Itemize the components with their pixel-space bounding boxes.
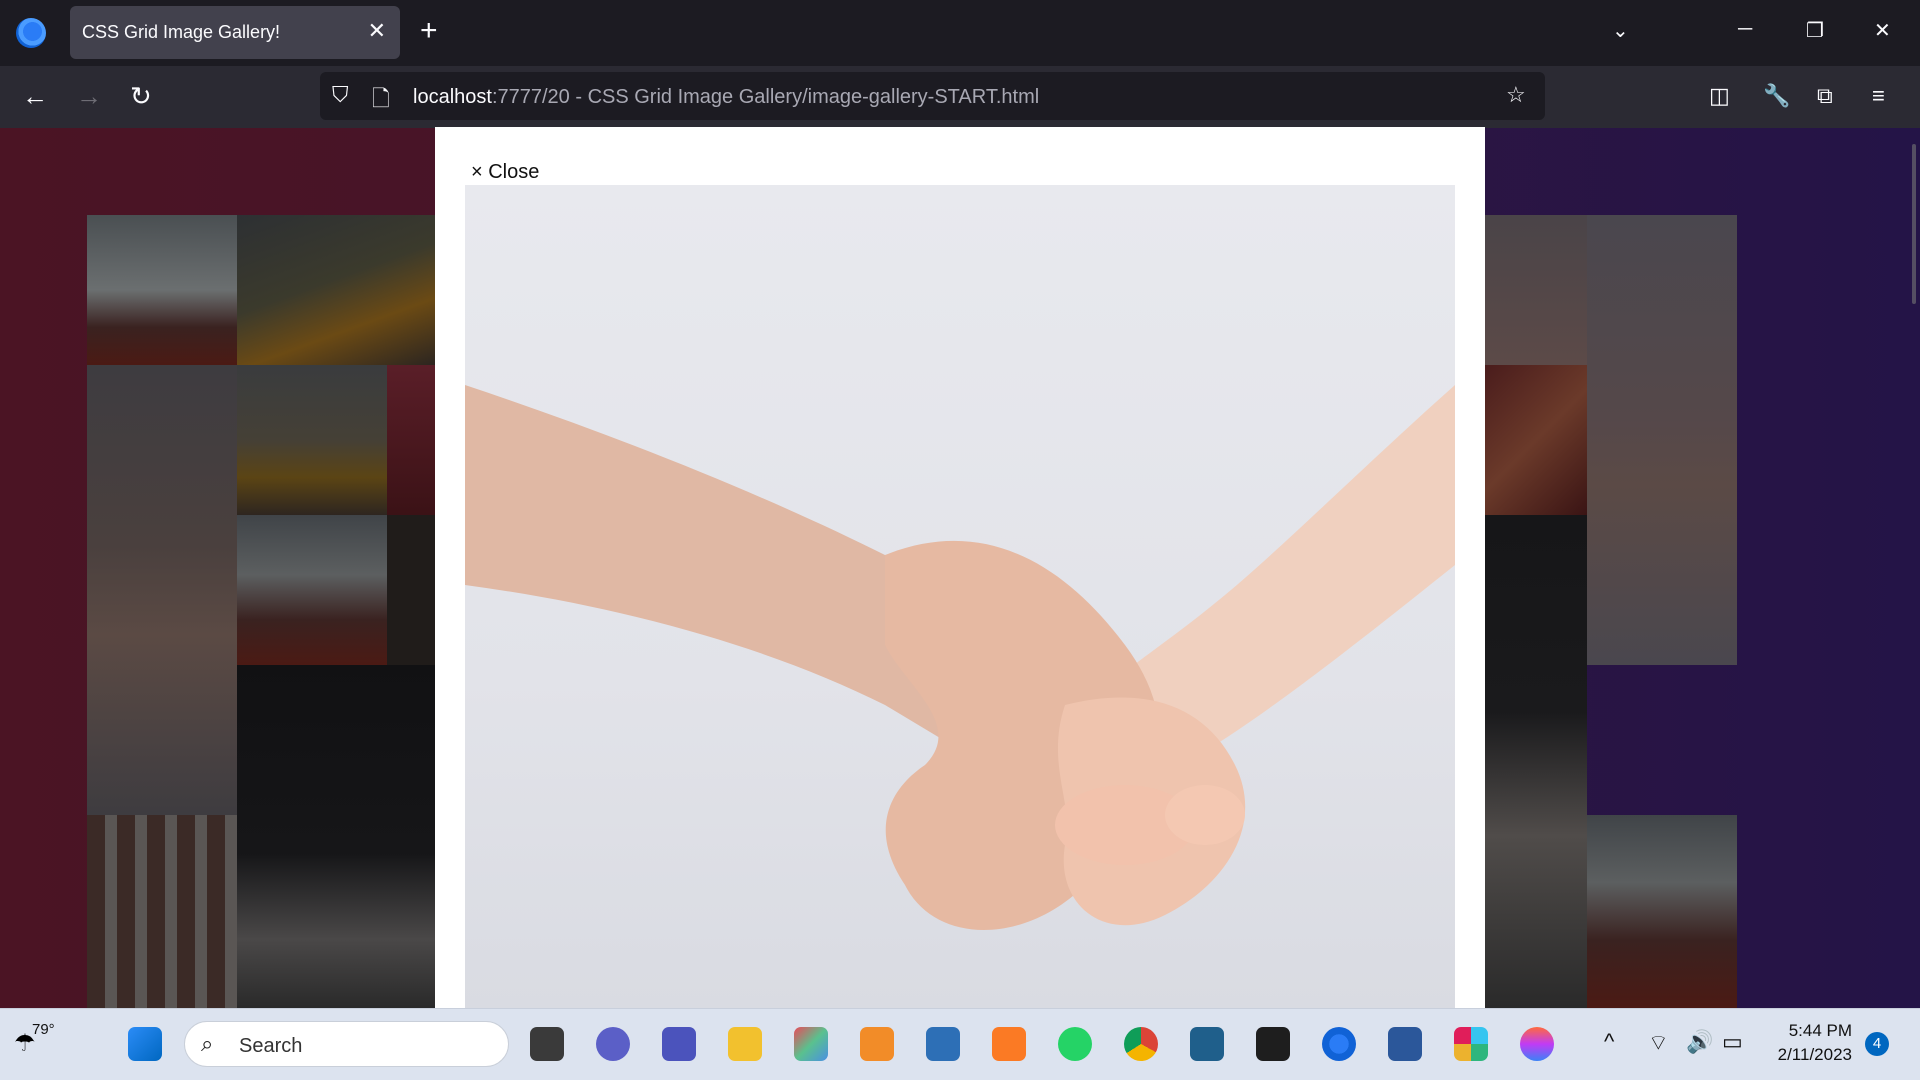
gallery-item[interactable] bbox=[237, 365, 387, 515]
file-explorer-icon[interactable] bbox=[728, 1027, 762, 1061]
image-lightbox-modal: × Close bbox=[435, 127, 1485, 1008]
gallery-item[interactable] bbox=[1587, 215, 1737, 665]
navigation-toolbar: ← → ↻ ⛉ 🗋 localhost:7777/20 - CSS Grid I… bbox=[0, 66, 1920, 128]
enlarged-photo-holding-hands bbox=[465, 185, 1455, 1008]
taskbar-search-box[interactable]: ⌕ Search bbox=[184, 1021, 509, 1067]
sublime-text-icon[interactable] bbox=[860, 1027, 894, 1061]
gallery-item[interactable] bbox=[87, 215, 237, 365]
clock-time[interactable]: 5:44 PM bbox=[1760, 1021, 1852, 1041]
tab-close-icon[interactable]: ✕ bbox=[368, 19, 386, 43]
windows-start-icon[interactable] bbox=[128, 1027, 162, 1061]
gallery-item[interactable] bbox=[87, 815, 237, 1008]
app-drop-icon[interactable] bbox=[1520, 1027, 1554, 1061]
gallery-item[interactable] bbox=[1485, 515, 1587, 1008]
close-window-icon[interactable]: ✕ bbox=[1874, 18, 1891, 43]
forward-icon[interactable]: → bbox=[76, 82, 102, 110]
browser-tab-bar: CSS Grid Image Gallery! ✕ + ⌄ ─ ❐ ✕ bbox=[0, 0, 1920, 66]
close-button[interactable]: × Close bbox=[471, 161, 539, 184]
restore-icon[interactable]: ❐ bbox=[1806, 18, 1824, 43]
gallery-item[interactable] bbox=[237, 515, 387, 665]
wrench-icon[interactable]: 🔧 bbox=[1763, 82, 1790, 110]
chrome-icon[interactable] bbox=[1124, 1027, 1158, 1061]
new-tab-button[interactable]: + bbox=[420, 16, 438, 46]
search-icon: ⌕ bbox=[201, 1031, 214, 1056]
gallery-item[interactable] bbox=[1485, 215, 1587, 365]
clock-date[interactable]: 2/11/2023 bbox=[1760, 1045, 1852, 1065]
page-scrollbar[interactable] bbox=[1912, 144, 1916, 304]
menu-icon[interactable]: ≡ bbox=[1872, 82, 1885, 110]
app-icon[interactable] bbox=[794, 1027, 828, 1061]
firefox-logo-icon[interactable] bbox=[16, 18, 46, 48]
chat-icon[interactable] bbox=[596, 1027, 630, 1061]
gallery-item[interactable] bbox=[1587, 815, 1737, 1008]
mysql-workbench-icon[interactable] bbox=[1190, 1027, 1224, 1061]
search-placeholder: Search bbox=[239, 1035, 303, 1057]
notification-badge[interactable]: 4 bbox=[1865, 1032, 1889, 1056]
reload-icon[interactable]: ↻ bbox=[130, 82, 152, 110]
wifi-icon[interactable]: ⌔ bbox=[1648, 1029, 1669, 1057]
whatsapp-icon[interactable] bbox=[1058, 1027, 1092, 1061]
weather-temp[interactable]: 79° bbox=[32, 1021, 55, 1038]
page-info-icon[interactable]: 🗋 bbox=[372, 82, 390, 120]
bookmark-star-icon[interactable]: ☆ bbox=[1506, 82, 1526, 108]
show-hidden-icons-chevron-icon[interactable]: ^ bbox=[1604, 1029, 1614, 1055]
word-icon[interactable] bbox=[1388, 1027, 1422, 1061]
xampp-icon[interactable] bbox=[992, 1027, 1026, 1061]
volume-icon[interactable]: 🔊 bbox=[1686, 1029, 1713, 1055]
list-all-tabs-icon[interactable]: ⌄ bbox=[1612, 18, 1629, 43]
tab-title: CSS Grid Image Gallery! bbox=[82, 22, 281, 42]
teams-icon[interactable] bbox=[662, 1027, 696, 1061]
minimize-icon[interactable]: ─ bbox=[1738, 18, 1752, 41]
task-view-icon[interactable] bbox=[530, 1027, 564, 1061]
gallery-item[interactable] bbox=[237, 665, 435, 1008]
windows-taskbar: ☂ 79° ⌕ Search ^ ⌔ 🔊 ▭ 5:44 PM 2/11/2023 bbox=[0, 1008, 1920, 1080]
url-text[interactable]: localhost:7777/20 - CSS Grid Image Galle… bbox=[413, 86, 1039, 109]
firefox-taskbar-icon[interactable] bbox=[1322, 1027, 1356, 1061]
gallery-item[interactable] bbox=[87, 365, 237, 815]
extensions-icon[interactable]: ⧉ bbox=[1817, 82, 1833, 110]
gallery-item[interactable] bbox=[387, 365, 435, 515]
tracking-protection-shield-icon[interactable]: ⛉ bbox=[332, 82, 349, 108]
pocket-icon[interactable]: ◫ bbox=[1709, 82, 1730, 110]
url-bar[interactable]: ⛉ 🗋 localhost:7777/20 - CSS Grid Image G… bbox=[320, 72, 1545, 120]
gallery-item[interactable] bbox=[1485, 365, 1587, 515]
gallery-item[interactable] bbox=[387, 515, 435, 665]
holding-hands-illustration bbox=[465, 385, 1455, 930]
battery-icon[interactable]: ▭ bbox=[1722, 1029, 1743, 1055]
gallery-item[interactable] bbox=[237, 215, 435, 365]
terminal-icon[interactable] bbox=[1256, 1027, 1290, 1061]
powershell-icon[interactable] bbox=[926, 1027, 960, 1061]
back-icon[interactable]: ← bbox=[22, 82, 48, 110]
slack-icon[interactable] bbox=[1454, 1027, 1488, 1061]
tab-css-grid-gallery[interactable]: CSS Grid Image Gallery! ✕ bbox=[70, 6, 400, 59]
